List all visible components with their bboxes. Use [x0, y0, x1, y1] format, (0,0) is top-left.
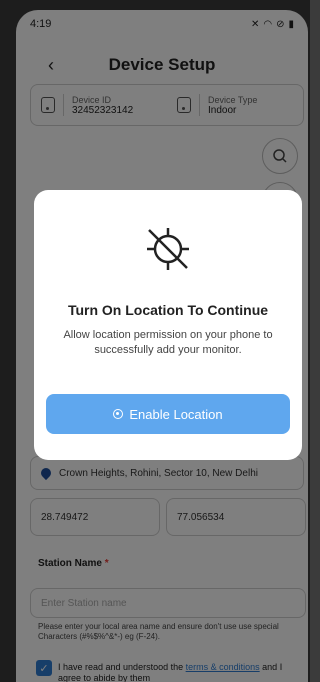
location-modal: Turn On Location To Continue Allow locat…	[34, 190, 302, 460]
modal-description: Allow location permission on your phone …	[63, 329, 273, 356]
target-icon	[113, 409, 124, 419]
enable-location-label: Enable Location	[129, 406, 223, 422]
enable-location-button[interactable]: Enable Location	[46, 394, 290, 434]
location-off-icon	[147, 228, 189, 270]
modal-title: Turn On Location To Continue	[67, 302, 269, 318]
